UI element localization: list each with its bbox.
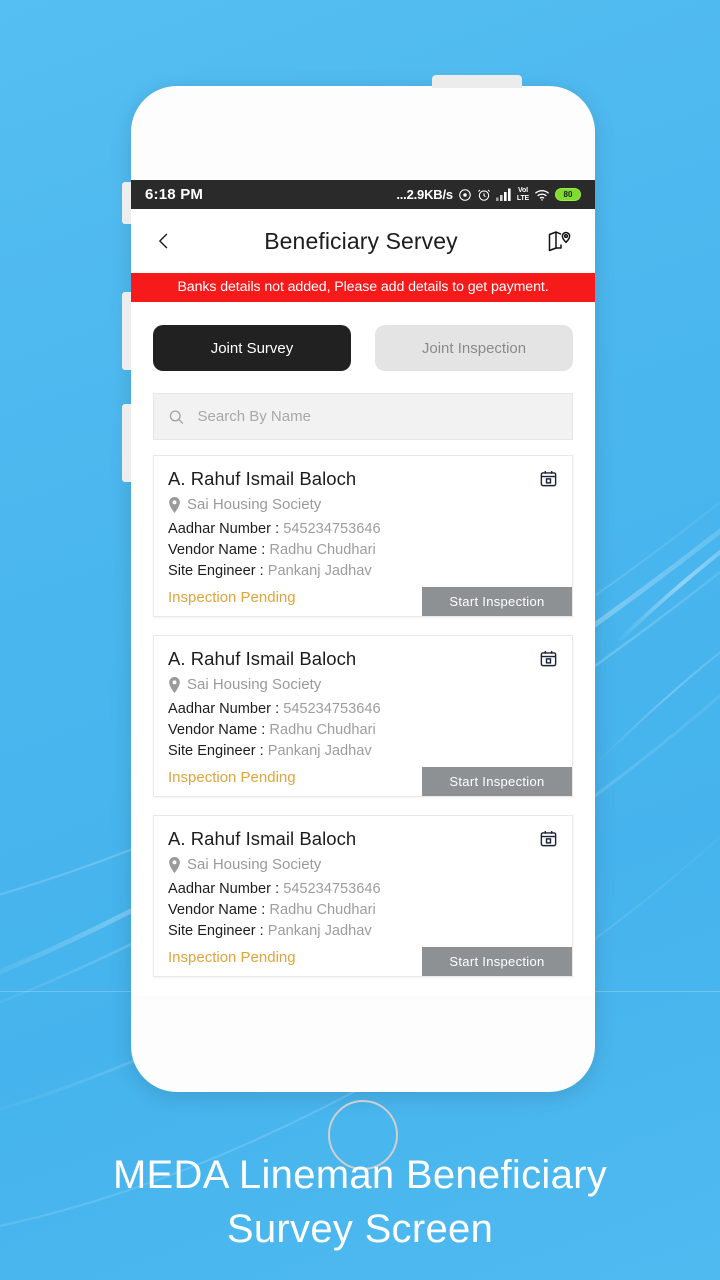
engineer-row: Site Engineer : Pankanj Jadhav	[168, 741, 558, 762]
vendor-row: Vendor Name : Radhu Chudhari	[168, 720, 558, 741]
volte-top-label: VoI	[518, 187, 528, 194]
calendar-icon	[540, 470, 557, 487]
beneficiary-name: A. Rahuf Ismail Baloch	[168, 468, 357, 489]
status-badge: Inspection Pending	[168, 588, 296, 606]
status-time: 6:18 PM	[145, 186, 204, 203]
engineer-row: Site Engineer : Pankanj Jadhav	[168, 561, 558, 582]
detail-fields: Aadhar Number : 545234753646 Vendor Name…	[168, 879, 558, 942]
calendar-icon	[540, 650, 557, 667]
network-speed-label: ...2.9KB/s	[396, 187, 453, 202]
volume-down-button[interactable]	[122, 404, 131, 482]
beneficiary-name: A. Rahuf Ismail Baloch	[168, 828, 357, 849]
vendor-label: Vendor Name :	[168, 722, 266, 738]
society-row: Sai Housing Society	[168, 496, 558, 513]
society-row: Sai Housing Society	[168, 676, 558, 693]
map-pin-icon	[548, 231, 571, 252]
promo-stage: 6:18 PM ...2.9KB/s VoI LTE 80 Beneficiar…	[0, 0, 720, 1280]
battery-icon: 80	[555, 188, 581, 201]
start-inspection-button[interactable]: Start Inspection	[422, 587, 572, 616]
start-inspection-button[interactable]: Start Inspection	[422, 947, 572, 976]
tab-joint-survey[interactable]: Joint Survey	[153, 325, 351, 371]
promo-caption: MEDA Lineman Beneficiary Survey Screen	[0, 1148, 720, 1256]
engineer-label: Site Engineer :	[168, 923, 264, 939]
aadhar-row: Aadhar Number : 545234753646	[168, 519, 558, 540]
detail-fields: Aadhar Number : 545234753646 Vendor Name…	[168, 519, 558, 582]
aadhar-value: 545234753646	[283, 701, 381, 717]
signal-bars-icon	[495, 188, 511, 201]
volume-up-button[interactable]	[122, 292, 131, 370]
engineer-value: Pankanj Jadhav	[267, 923, 372, 939]
table-row[interactable]: A. Rahuf Ismail Baloch Sai Housing Socie…	[153, 635, 573, 797]
aadhar-value: 545234753646	[283, 521, 381, 537]
aadhar-row: Aadhar Number : 545234753646	[168, 879, 558, 900]
volte-bottom-label: LTE	[516, 194, 529, 202]
beneficiary-name: A. Rahuf Ismail Baloch	[168, 648, 357, 669]
engineer-value: Pankanj Jadhav	[267, 743, 372, 759]
table-row[interactable]: A. Rahuf Ismail Baloch Sai Housing Socie…	[153, 455, 573, 617]
card-footer: Inspection Pending Start Inspection	[168, 587, 572, 616]
status-bar: 6:18 PM ...2.9KB/s VoI LTE 80	[131, 180, 595, 209]
aadhar-row: Aadhar Number : 545234753646	[168, 699, 558, 720]
phone-screen: 6:18 PM ...2.9KB/s VoI LTE 80 Beneficiar…	[131, 180, 595, 996]
location-pin-icon	[169, 676, 180, 693]
calendar-button[interactable]	[539, 649, 558, 673]
vendor-label: Vendor Name :	[168, 902, 266, 918]
card-footer: Inspection Pending Start Inspection	[168, 767, 572, 796]
aadhar-label: Aadhar Number :	[168, 521, 280, 537]
card-footer: Inspection Pending Start Inspection	[168, 947, 572, 976]
phone-mockup: 6:18 PM ...2.9KB/s VoI LTE 80 Beneficiar…	[122, 75, 595, 1170]
volte-icon: VoI LTE	[517, 187, 529, 202]
engineer-label: Site Engineer :	[168, 563, 264, 579]
caption-line-2: Survey Screen	[226, 1207, 494, 1251]
caption-line-1: MEDA Lineman Beneficiary	[112, 1153, 608, 1197]
engineer-row: Site Engineer : Pankanj Jadhav	[168, 921, 558, 942]
alarm-icon	[477, 189, 490, 201]
vendor-value: Radhu Chudhari	[269, 902, 376, 918]
silent-switch[interactable]	[122, 182, 131, 224]
detail-fields: Aadhar Number : 545234753646 Vendor Name…	[168, 699, 558, 762]
vendor-label: Vendor Name :	[168, 542, 266, 558]
aadhar-label: Aadhar Number :	[168, 701, 280, 717]
chevron-left-icon	[159, 233, 168, 249]
gps-icon	[459, 188, 471, 201]
vendor-row: Vendor Name : Radhu Chudhari	[168, 900, 558, 921]
society-row: Sai Housing Society	[168, 856, 558, 873]
calendar-button[interactable]	[539, 829, 558, 853]
table-row[interactable]: A. Rahuf Ismail Baloch Sai Housing Socie…	[153, 815, 573, 977]
engineer-label: Site Engineer :	[168, 743, 264, 759]
map-button[interactable]	[543, 224, 577, 258]
status-badge: Inspection Pending	[168, 948, 296, 966]
search-icon	[169, 409, 184, 424]
bank-details-alert: Banks details not added, Please add deta…	[131, 273, 595, 302]
back-button[interactable]	[149, 226, 179, 256]
page-title: Beneficiary Servey	[264, 227, 458, 254]
aadhar-value: 545234753646	[283, 881, 381, 897]
power-button[interactable]	[432, 75, 522, 88]
search-input[interactable]	[195, 407, 558, 426]
vendor-value: Radhu Chudhari	[269, 722, 376, 738]
vendor-value: Radhu Chudhari	[269, 542, 376, 558]
society-name: Sai Housing Society	[187, 676, 322, 693]
tab-bar: Joint Survey Joint Inspection	[131, 302, 595, 371]
wifi-icon	[535, 189, 549, 201]
society-name: Sai Housing Society	[187, 496, 322, 513]
calendar-icon	[540, 830, 557, 847]
app-header: Beneficiary Servey	[131, 209, 595, 273]
status-icons: ...2.9KB/s VoI LTE 80	[396, 187, 581, 202]
search-bar[interactable]	[153, 393, 573, 440]
location-pin-icon	[169, 856, 180, 873]
beneficiary-list: A. Rahuf Ismail Baloch Sai Housing Socie…	[131, 440, 595, 977]
vendor-row: Vendor Name : Radhu Chudhari	[168, 540, 558, 561]
status-badge: Inspection Pending	[168, 768, 296, 786]
tab-joint-inspection[interactable]: Joint Inspection	[375, 325, 573, 371]
engineer-value: Pankanj Jadhav	[267, 563, 372, 579]
calendar-button[interactable]	[539, 469, 558, 493]
location-pin-icon	[169, 496, 180, 513]
start-inspection-button[interactable]: Start Inspection	[422, 767, 572, 796]
society-name: Sai Housing Society	[187, 856, 322, 873]
aadhar-label: Aadhar Number :	[168, 881, 280, 897]
